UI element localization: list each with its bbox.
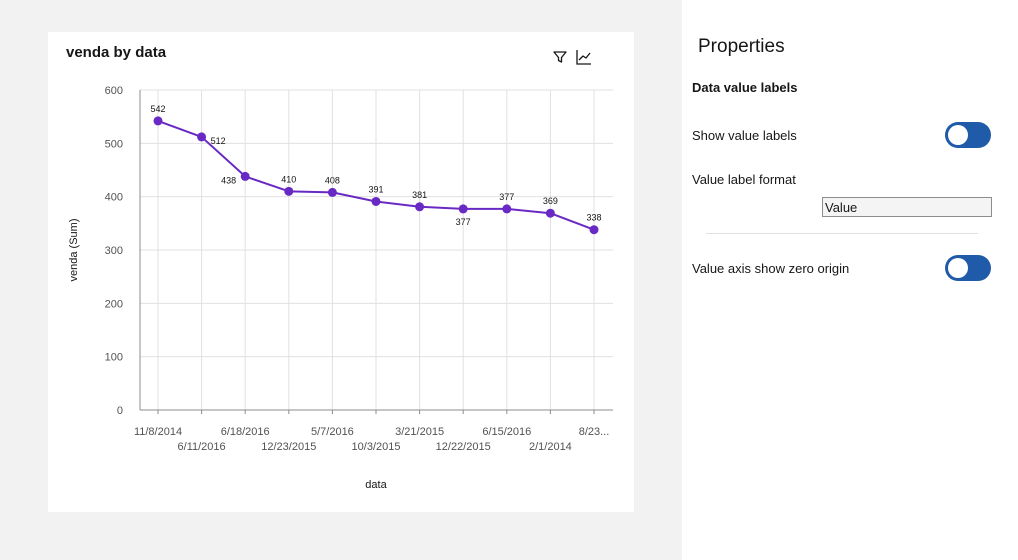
zero-origin-toggle[interactable] [945,255,991,281]
data-point [197,132,207,142]
data-label: 408 [325,175,340,185]
data-point [415,202,425,212]
data-label: 369 [543,196,558,206]
data-label: 377 [456,217,471,227]
data-value-labels-heading: Data value labels [692,80,798,95]
x-tick-label: 12/22/2015 [436,441,491,453]
data-label: 338 [586,213,601,223]
properties-panel: Properties Data value labels Show value … [682,0,1018,560]
x-tick-label: 12/23/2015 [261,441,316,453]
data-point [458,204,468,214]
show-value-labels-toggle[interactable] [945,122,991,148]
data-label: 381 [412,190,427,200]
x-tick-label: 2/1/2014 [529,441,572,453]
y-tick-label: 300 [105,245,123,257]
data-label: 512 [211,136,226,146]
x-tick-label: 6/18/2016 [221,426,270,438]
data-point [153,116,163,126]
data-label: 391 [368,184,383,194]
data-point [327,187,337,197]
y-tick-label: 0 [117,405,123,417]
y-axis-title: venda (Sum) [68,219,80,282]
data-label: 377 [499,192,514,202]
data-label: 542 [150,104,165,114]
x-axis-title: data [365,479,387,491]
data-point [284,186,294,196]
x-tick-label: 5/7/2016 [311,426,354,438]
data-label: 410 [281,174,296,184]
divider [706,233,978,234]
x-tick-label: 6/11/2016 [178,441,226,453]
x-tick-label: 6/15/2016 [482,426,531,438]
x-tick-label: 3/21/2015 [395,426,444,438]
data-point [240,171,250,181]
data-point [545,208,555,218]
value-label-format-label: Value label format [692,172,796,187]
x-tick-label: 11/8/2014 [134,426,182,438]
y-tick-label: 100 [105,352,123,364]
y-tick-label: 600 [105,85,123,97]
x-tick-label: 10/3/2015 [352,441,401,453]
chart-card: venda by data 0 100 200 300 400 500 600 11/8/20… [48,32,634,512]
canvas-area: venda by data 0 100 200 300 400 500 600 11/8/20… [0,0,682,560]
data-point [371,196,381,206]
zero-origin-label: Value axis show zero origin [692,261,850,276]
y-tick-label: 500 [105,138,123,150]
x-tick-label: 8/23... [579,426,610,438]
data-label: 438 [221,175,236,185]
show-value-labels-label: Show value labels [692,128,797,143]
value-label-format-input[interactable] [822,197,992,217]
properties-title: Properties [698,36,785,57]
line-chart: 0 100 200 300 400 500 600 11/8/2014 6/11/2016 6/1… [68,85,613,491]
data-point [589,225,599,235]
data-point [502,204,512,214]
toggle-knob [948,125,968,145]
toggle-knob [948,258,968,278]
y-tick-label: 200 [105,298,123,310]
y-tick-label: 400 [105,192,123,204]
